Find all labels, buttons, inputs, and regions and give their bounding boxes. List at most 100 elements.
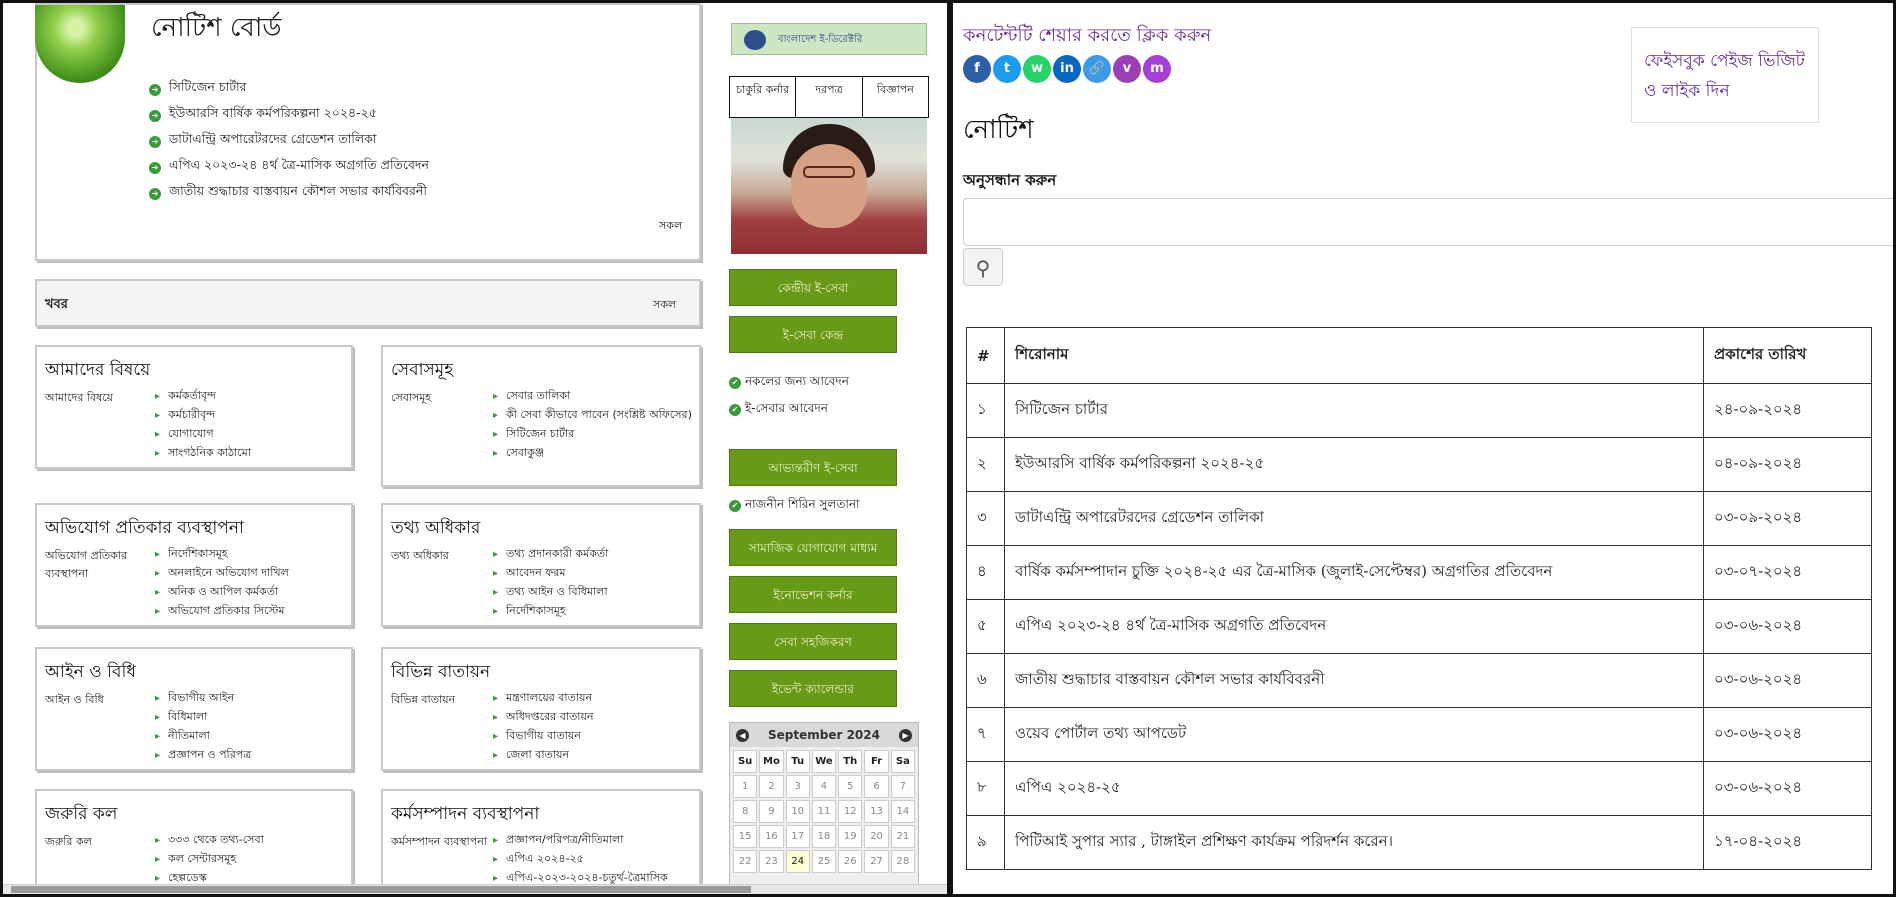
section-link[interactable]: অনিক ও আপিল কর্মকর্তা xyxy=(155,583,289,602)
notice-item[interactable]: ➜ জাতীয় শুদ্ধাচার বাস্তবায়ন কৌশল সভার ক… xyxy=(149,183,427,203)
calendar-date-cell[interactable]: 3 xyxy=(785,775,810,798)
calendar-date-cell[interactable]: 18 xyxy=(811,825,837,848)
row-title[interactable]: সিটিজেন চার্টার xyxy=(1004,383,1704,438)
tab-jobs[interactable]: চাকুরি কর্নার xyxy=(730,77,797,117)
section-link[interactable]: জেলা বাতায়ন xyxy=(493,746,594,765)
section-link[interactable]: নির্দেশিকাসমূহ xyxy=(493,602,608,621)
facebook-icon[interactable]: f xyxy=(963,55,991,83)
table-row[interactable]: ৮ এপিএ ২০২৪-২৫ ০৩-০৬-২০২৪ xyxy=(966,761,1872,816)
calendar-date-cell[interactable]: 26 xyxy=(838,850,863,873)
calendar-date-cell[interactable]: 12 xyxy=(838,800,863,823)
section-link[interactable]: যোগাযোগ xyxy=(155,425,251,444)
calendar-date-cell[interactable]: 13 xyxy=(864,800,889,823)
link-icon[interactable]: 🔗 xyxy=(1083,55,1111,83)
innovation-corner-button[interactable]: ইনোভেশন কর্নার xyxy=(729,576,897,613)
table-row[interactable]: ৬ জাতীয় শুদ্ধাচার বাস্তবায়ন কৌশল সভার ক… xyxy=(966,653,1872,708)
row-title[interactable]: বার্ষিক কর্মসম্পাদান চুক্তি ২০২৪-২৫ এর ত… xyxy=(1004,545,1704,600)
table-row[interactable]: ৭ ওয়েব পোর্টাল তথ্য আপডেট ০৩-০৬-২০২৪ xyxy=(966,707,1872,762)
person-link[interactable]: ✔ নাজনীন শিরিন সুলতানা xyxy=(729,496,860,516)
calendar-date-cell[interactable]: 28 xyxy=(890,850,915,873)
section-link[interactable]: কর্মকর্তাবৃন্দ xyxy=(155,387,251,406)
section-link[interactable]: ৩৩৩ থেকে তথ্য-সেবা xyxy=(155,831,264,850)
whatsapp-icon[interactable]: w xyxy=(1023,55,1051,83)
row-title[interactable]: পিটিআই সুপার স্যার , টাঙ্গাইল প্রশিক্ষণ … xyxy=(1004,815,1704,870)
section-link[interactable]: বিভাগীয় বাতায়ন xyxy=(493,727,594,746)
news-all-link[interactable]: সকল xyxy=(653,296,676,315)
calendar-date-cell[interactable]: 24 xyxy=(785,850,810,873)
row-title[interactable]: ওয়েব পোর্টাল তথ্য আপডেট xyxy=(1004,707,1704,762)
e-service-center-button[interactable]: ই-সেবা কেন্দ্র xyxy=(729,316,897,353)
section-link[interactable]: প্রজ্ঞাপন/পরিপত্র/নীতিমালা xyxy=(493,831,693,850)
section-link[interactable]: অনলাইনে অভিযোগ দাখিল xyxy=(155,564,289,583)
calendar-date-cell[interactable]: 25 xyxy=(811,850,837,873)
calendar-date-cell[interactable]: 27 xyxy=(864,850,889,873)
section-link[interactable]: কল সেন্টারসমূহ xyxy=(155,850,264,869)
section-link[interactable]: আবেদন ফরম xyxy=(493,564,608,583)
section-link[interactable]: এপিএ ২০২৪-২৫ xyxy=(493,850,693,869)
service-simplification-button[interactable]: সেবা সহজিকরণ xyxy=(729,623,897,660)
calendar-date-cell[interactable]: 15 xyxy=(733,825,758,848)
table-row[interactable]: ৪ বার্ষিক কর্মসম্পাদান চুক্তি ২০২৪-২৫ এর … xyxy=(966,545,1872,600)
internal-e-service-button[interactable]: আভ্যন্তরীণ ই-সেবা xyxy=(729,449,897,486)
calendar-date-cell[interactable]: 17 xyxy=(785,825,810,848)
section-link[interactable]: প্রজ্ঞাপন ও পরিপত্র xyxy=(155,746,251,765)
calendar-date-cell[interactable]: 14 xyxy=(890,800,915,823)
calendar-date-cell[interactable]: 20 xyxy=(864,825,889,848)
calendar-date-cell[interactable]: 8 xyxy=(733,800,758,823)
tab-advert[interactable]: বিজ্ঞাপন xyxy=(863,77,928,117)
table-row[interactable]: ৯ পিটিআই সুপার স্যার , টাঙ্গাইল প্রশিক্ষণ… xyxy=(966,815,1872,870)
social-media-button[interactable]: সামাজিক যোগাযোগ মাধ্যম xyxy=(729,529,897,566)
calendar-date-cell[interactable]: 5 xyxy=(838,775,863,798)
search-button[interactable]: ⚲ xyxy=(963,248,1003,286)
twitter-icon[interactable]: t xyxy=(993,55,1021,83)
calendar-date-cell[interactable]: 2 xyxy=(759,775,784,798)
e-directory-banner[interactable]: বাংলাদেশ ই-ডিরেক্টরি xyxy=(731,23,927,55)
calendar-date-cell[interactable]: 19 xyxy=(838,825,863,848)
section-link[interactable]: নির্দেশিকাসমূহ xyxy=(155,545,289,564)
row-title[interactable]: ডাটাএন্ট্রি অপারেটরদের গ্রেডেশন তালিকা xyxy=(1004,491,1704,546)
section-link[interactable]: বিভাগীয় আইন xyxy=(155,689,251,708)
linkedin-icon[interactable]: in xyxy=(1053,55,1081,83)
section-link[interactable]: সিটিজেন চার্টার xyxy=(493,425,693,444)
next-month-icon[interactable]: ▶ xyxy=(898,728,912,742)
section-link[interactable]: বিধিমালা xyxy=(155,708,251,727)
section-link[interactable]: সেবার তালিকা xyxy=(493,387,693,406)
scrollbar-thumb[interactable] xyxy=(11,886,751,893)
row-title[interactable]: এপিএ ২০২৩-২৪ ৪র্থ ত্রৈ-মাসিক অগ্রগতি প্র… xyxy=(1004,599,1704,654)
prev-month-icon[interactable]: ◀ xyxy=(736,728,749,742)
facebook-page-box[interactable]: ফেইসবুক পেইজ ভিজিট ও লাইক দিন xyxy=(1631,27,1819,123)
calendar-date-cell[interactable]: 16 xyxy=(759,825,784,848)
calendar-date-cell[interactable]: 9 xyxy=(759,800,784,823)
section-link[interactable]: কী সেবা কীভাবে পাবেন (সংশ্লিষ্ট অফিসের) xyxy=(493,406,693,425)
section-link[interactable]: নীতিমালা xyxy=(155,727,251,746)
calendar-date-cell[interactable]: 11 xyxy=(811,800,837,823)
notice-item[interactable]: ➜ সিটিজেন চার্টার xyxy=(149,79,247,99)
section-link[interactable]: অধিদপ্তরের বাতায়ন xyxy=(493,708,593,727)
table-row[interactable]: ১ সিটিজেন চার্টার ২৪-০৯-২০২৪ xyxy=(966,383,1872,438)
table-row[interactable]: ৫ এপিএ ২০২৩-২৪ ৪র্থ ত্রৈ-মাসিক অগ্রগতি প্… xyxy=(966,599,1872,654)
calendar-date-cell[interactable]: 21 xyxy=(890,825,915,848)
calendar-date-cell[interactable]: 23 xyxy=(759,850,784,873)
search-input[interactable] xyxy=(963,198,1893,246)
calendar-date-cell[interactable]: 22 xyxy=(733,850,758,873)
section-link[interactable]: কর্মচারীবৃন্দ xyxy=(155,406,251,425)
tab-tender[interactable]: দরপত্র xyxy=(796,77,863,117)
section-link[interactable]: সাংগঠনিক কাঠামো xyxy=(155,444,251,463)
table-row[interactable]: ৩ ডাটাএন্ট্রি অপারেটরদের গ্রেডেশন তালিকা ০… xyxy=(966,491,1872,546)
section-link[interactable]: সেবাকুঞ্জ xyxy=(493,444,693,463)
central-e-service-button[interactable]: কেন্দ্রীয় ই-সেবা xyxy=(729,269,897,306)
section-link[interactable]: অভিযোগ প্রতিকার সিস্টেম xyxy=(155,602,289,621)
table-row[interactable]: ২ ইউআরসি বার্ষিক কর্মপরিকল্পনা ২০২৪-২৫ ০৪-… xyxy=(966,437,1872,492)
calendar-date-cell[interactable]: 1 xyxy=(733,775,758,798)
section-link[interactable]: তথ্য প্রদানকারী কর্মকর্তা xyxy=(493,545,608,564)
row-title[interactable]: এপিএ ২০২৪-২৫ xyxy=(1004,761,1704,816)
notice-all-link[interactable]: সকল xyxy=(659,217,682,236)
calendar-date-cell[interactable]: 7 xyxy=(890,775,915,798)
messenger-icon[interactable]: m xyxy=(1143,55,1171,83)
section-link[interactable]: মন্ত্রণালয়ের বাতায়ন xyxy=(493,689,594,708)
notice-item[interactable]: ➜ ইউআরসি বার্ষিক কর্মপরিকল্পনা ২০২৪-২৫ xyxy=(149,105,377,125)
calendar-date-cell[interactable]: 10 xyxy=(785,800,810,823)
horizontal-scrollbar[interactable] xyxy=(3,884,947,894)
notice-item[interactable]: ➜ ডাটাএন্ট্রি অপারেটরদের গ্রেডেশন তালিকা xyxy=(149,131,377,151)
row-title[interactable]: ইউআরসি বার্ষিক কর্মপরিকল্পনা ২০২৪-২৫ xyxy=(1004,437,1704,492)
